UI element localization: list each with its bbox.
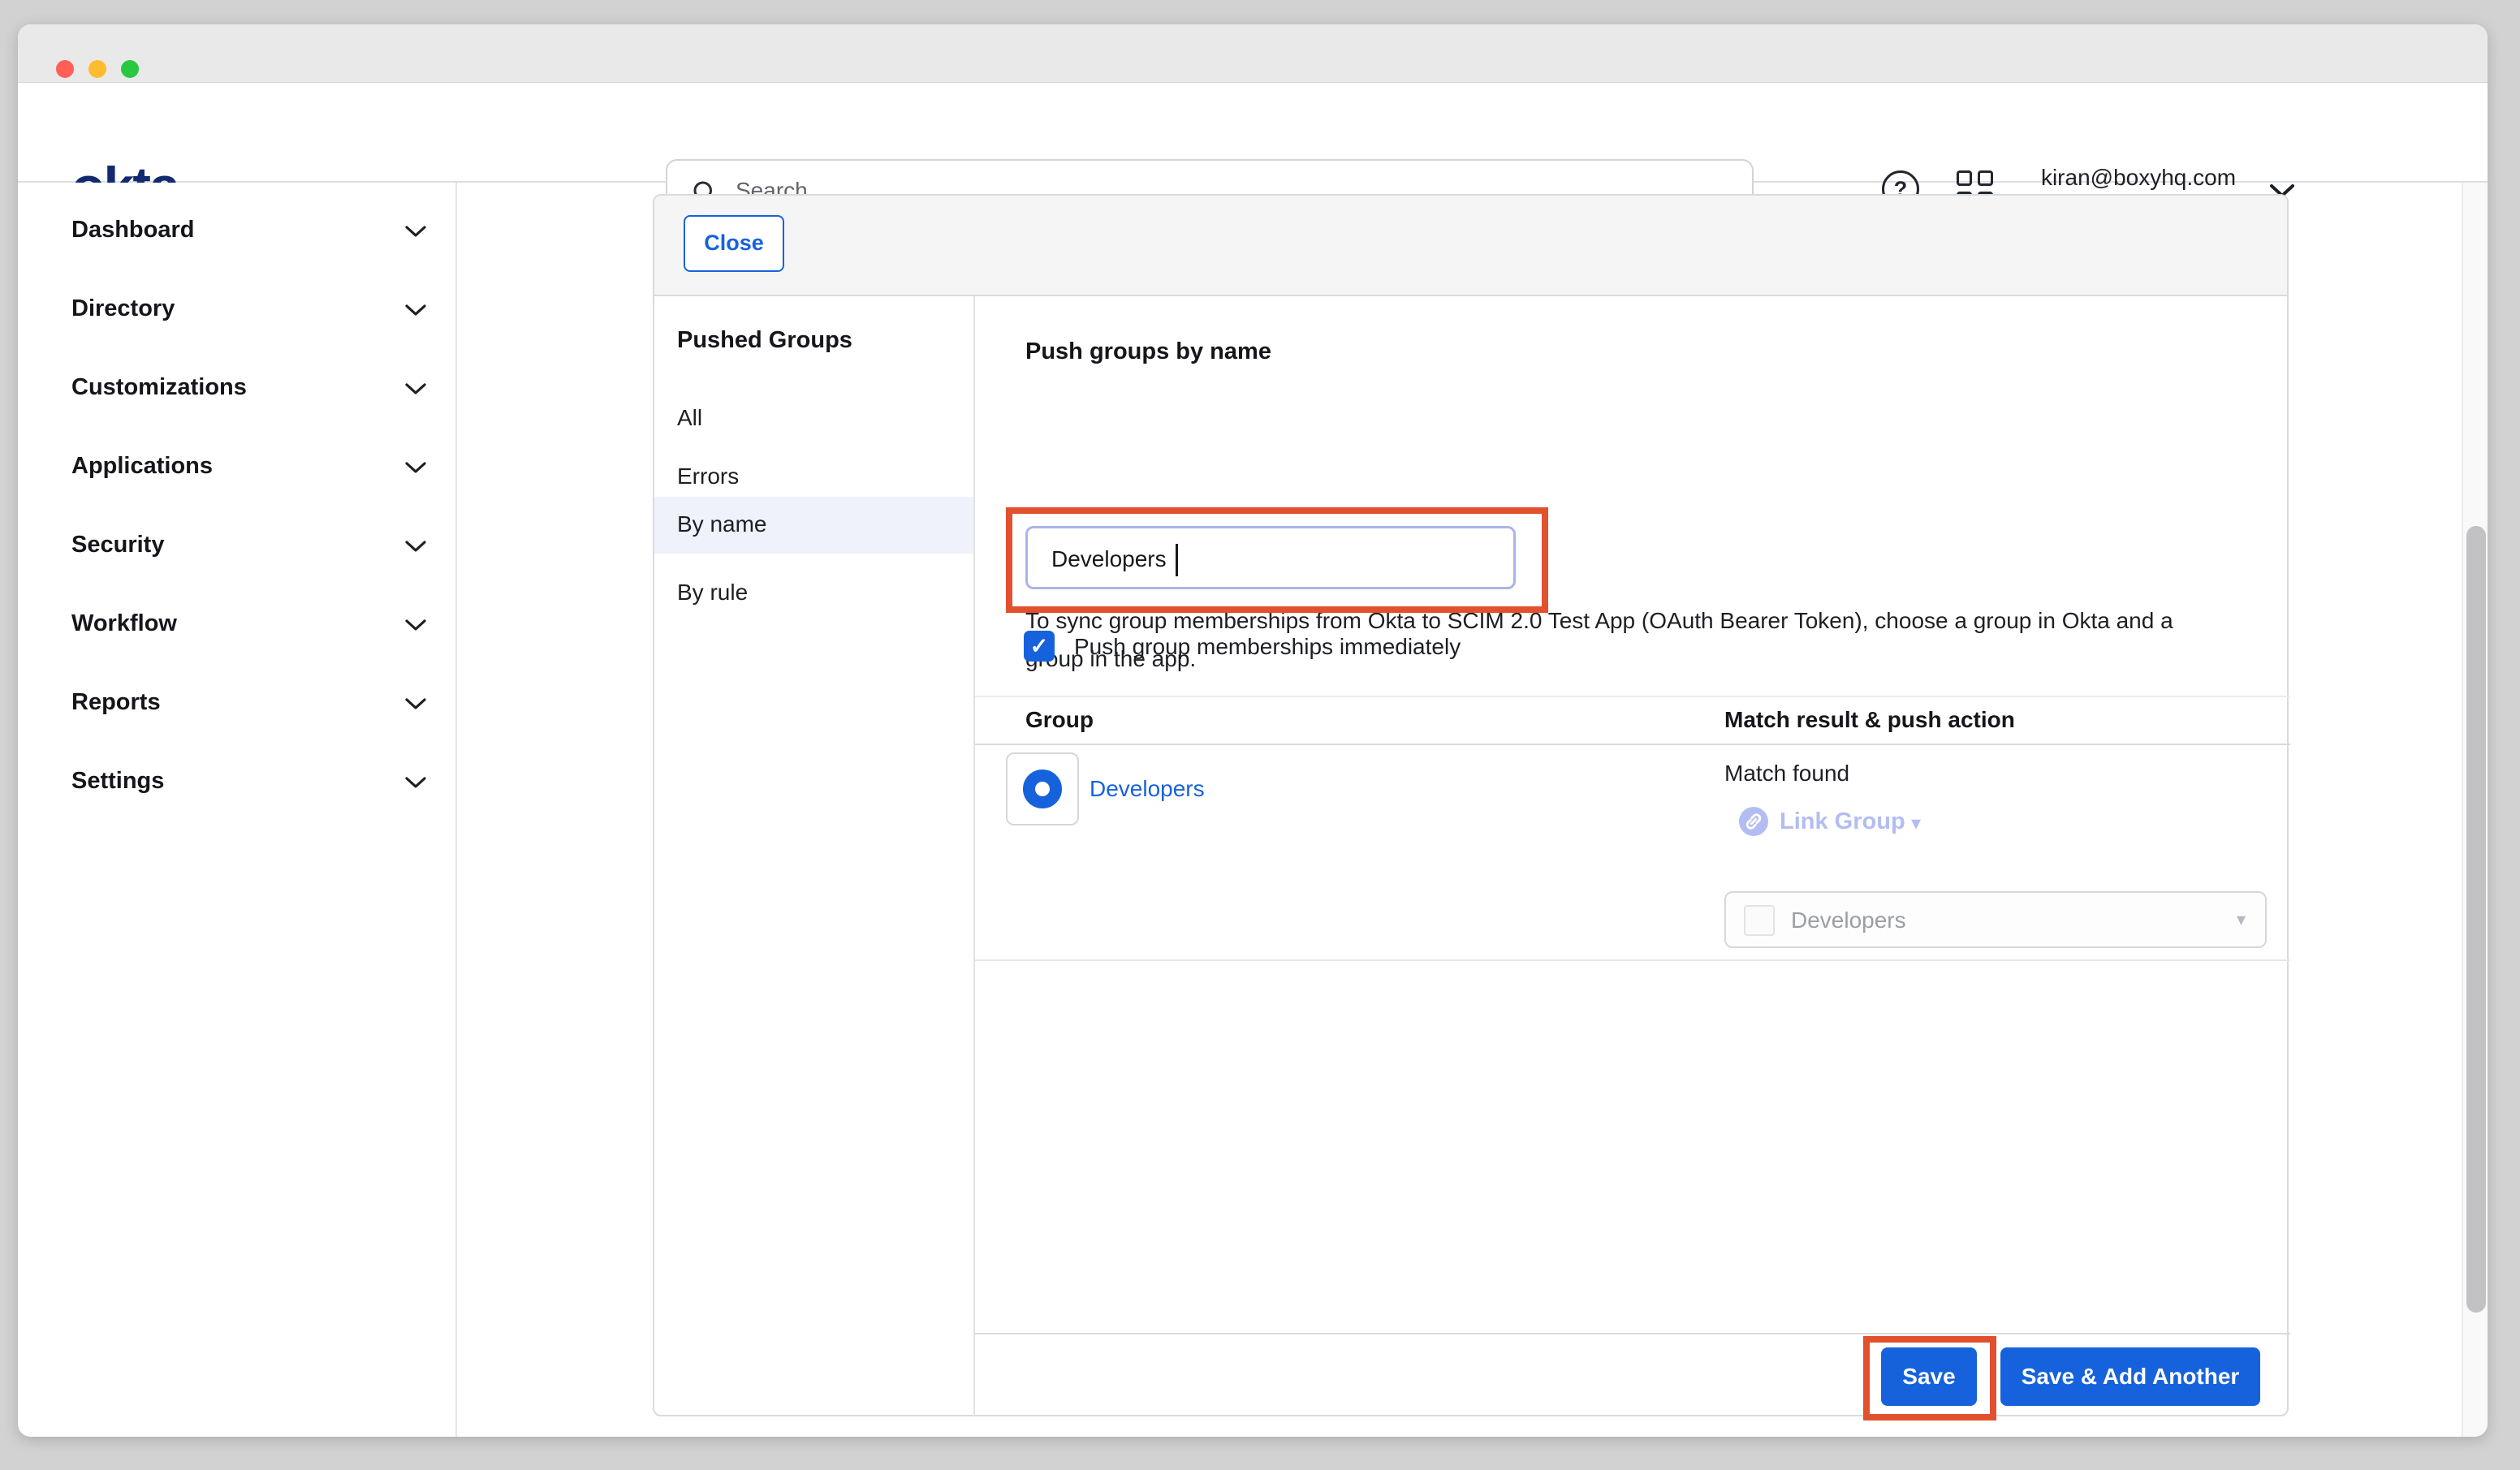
sidebar-item-label: Directory xyxy=(71,295,175,322)
column-header-group: Group xyxy=(1025,707,1094,733)
match-status: Match found xyxy=(1724,761,1849,787)
main-sidebar: Dashboard Directory Customizations Appli… xyxy=(18,183,457,1437)
sidebar-item-reports[interactable]: Reports xyxy=(18,675,455,733)
link-group-caret-icon: ▾ xyxy=(1911,812,1921,835)
sidebar-item-label: Workflow xyxy=(71,610,177,637)
subnav-item-by-name[interactable]: By name xyxy=(654,497,973,554)
sidebar-item-label: Security xyxy=(71,532,164,558)
subnav-title: Pushed Groups xyxy=(677,327,852,354)
sidebar-item-label: Dashboard xyxy=(71,217,194,244)
grid-square xyxy=(1957,170,1972,186)
footer-divider xyxy=(975,1333,2290,1334)
app-header: okta ? kiran@boxyhq.com okta-dev-2090126… xyxy=(18,83,2488,183)
link-icon xyxy=(1739,807,1768,836)
subnav-item-label: By name xyxy=(677,511,767,537)
scrollbar-thumb[interactable] xyxy=(2466,526,2486,1313)
sidebar-item-workflow[interactable]: Workflow xyxy=(18,596,455,654)
checkmark-icon: ✓ xyxy=(1030,634,1049,658)
subnav-divider xyxy=(973,296,975,1416)
sidebar-item-label: Applications xyxy=(71,453,213,480)
table-top-border xyxy=(975,696,2290,697)
group-name-input[interactable]: Developers xyxy=(1025,526,1516,589)
chevron-down-icon xyxy=(404,461,427,475)
group-icon-tile xyxy=(1006,752,1079,826)
app-group-icon xyxy=(1744,905,1775,936)
grid-square xyxy=(1978,170,1993,186)
table-row-border xyxy=(975,959,2290,961)
subnav-item-label: All xyxy=(677,405,702,431)
window-titlebar xyxy=(18,24,2488,83)
chevron-down-icon xyxy=(404,697,427,711)
sidebar-item-label: Reports xyxy=(71,689,161,716)
form-title: Push groups by name xyxy=(1025,338,1271,365)
sidebar-item-dashboard[interactable]: Dashboard xyxy=(18,202,455,261)
chevron-down-icon xyxy=(404,619,427,632)
browser-window: okta ? kiran@boxyhq.com okta-dev-2090126… xyxy=(18,24,2488,1437)
chevron-down-icon xyxy=(404,776,427,790)
save-add-another-button[interactable]: Save & Add Another xyxy=(2000,1347,2260,1406)
sidebar-item-settings[interactable]: Settings xyxy=(18,753,455,812)
text-caret xyxy=(1176,544,1178,576)
push-immediately-label: Push group memberships immediately xyxy=(1074,634,1461,660)
link-group-label: Link Group xyxy=(1780,808,1905,835)
chevron-down-icon xyxy=(404,304,427,317)
scrollbar-track[interactable] xyxy=(2462,183,2488,1437)
group-name-link[interactable]: Developers xyxy=(1090,776,1205,802)
sidebar-item-customizations[interactable]: Customizations xyxy=(18,360,455,418)
chevron-down-icon xyxy=(404,382,427,396)
column-header-match: Match result & push action xyxy=(1724,707,2015,733)
zoom-window-icon[interactable] xyxy=(121,60,139,78)
close-window-icon[interactable] xyxy=(56,60,74,78)
minimize-window-icon[interactable] xyxy=(88,60,106,78)
account-email: kiran@boxyhq.com xyxy=(2017,162,2260,192)
subnav-item-by-rule[interactable]: By rule xyxy=(654,565,973,623)
close-button[interactable]: Close xyxy=(684,215,784,272)
annotation-highlight-input: Developers xyxy=(1006,507,1548,613)
sidebar-item-label: Customizations xyxy=(71,374,247,401)
pushed-groups-panel: Close Pushed Groups All Errors By name B… xyxy=(653,194,2289,1416)
group-icon xyxy=(1023,769,1062,808)
chevron-down-icon xyxy=(404,225,427,239)
sidebar-item-directory[interactable]: Directory xyxy=(18,281,455,339)
panel-toolbar: Close xyxy=(654,196,2287,296)
sidebar-item-security[interactable]: Security xyxy=(18,517,455,575)
app-group-value: Developers xyxy=(1791,907,1906,933)
app-group-dropdown[interactable]: Developers ▾ xyxy=(1724,891,2267,948)
subnav-item-label: By rule xyxy=(677,580,748,606)
save-button[interactable]: Save xyxy=(1881,1347,1977,1406)
sidebar-item-label: Settings xyxy=(71,768,164,795)
group-name-input-value: Developers xyxy=(1051,546,1167,572)
chevron-down-icon xyxy=(404,540,427,554)
subnav-item-all[interactable]: All xyxy=(654,390,973,448)
dropdown-caret-icon: ▾ xyxy=(2237,909,2246,930)
table-header-border xyxy=(975,744,2290,745)
subnav-item-label: Errors xyxy=(677,463,739,489)
sidebar-item-applications[interactable]: Applications xyxy=(18,438,455,497)
push-immediately-checkbox[interactable]: ✓ xyxy=(1024,631,1055,662)
